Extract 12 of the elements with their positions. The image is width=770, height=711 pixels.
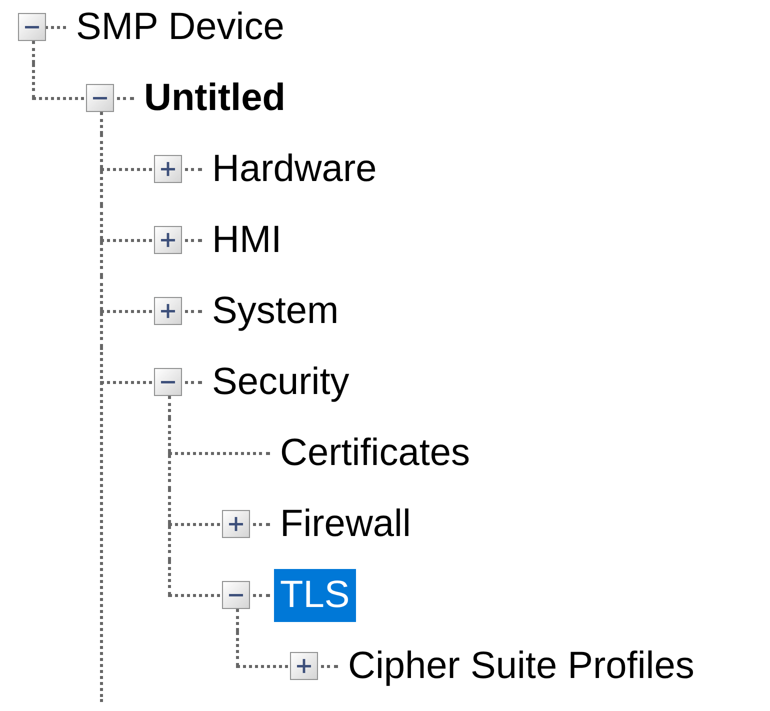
expand-icon[interactable] bbox=[154, 155, 182, 183]
tree-line bbox=[32, 63, 35, 99]
tree-line bbox=[236, 631, 239, 667]
expand-icon[interactable] bbox=[222, 510, 250, 538]
collapse-icon[interactable] bbox=[18, 13, 46, 41]
expand-icon[interactable] bbox=[154, 297, 182, 325]
collapse-icon[interactable] bbox=[86, 84, 114, 112]
expand-icon[interactable] bbox=[290, 652, 318, 680]
collapse-icon[interactable] bbox=[154, 368, 182, 396]
expand-icon[interactable] bbox=[154, 226, 182, 254]
tree-item[interactable]: TLS bbox=[274, 568, 356, 622]
collapse-icon[interactable] bbox=[222, 581, 250, 609]
